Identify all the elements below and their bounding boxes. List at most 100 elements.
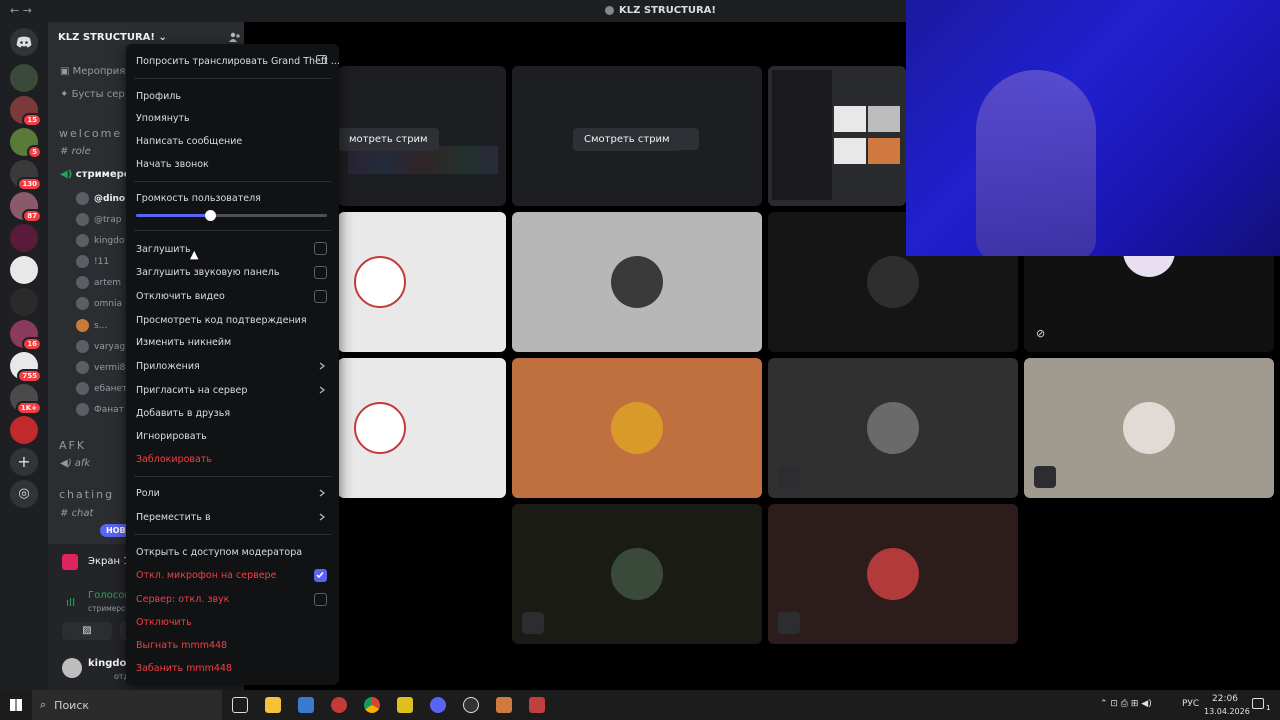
tray-icons[interactable]: ⌃ ⊡ ⎙ ⊞ ◀) [1100,699,1152,709]
discord-home-icon[interactable] [10,28,38,56]
stream-tile[interactable]: мотреть стрим [338,66,506,206]
voice-user[interactable]: vermi8 [76,361,125,374]
server-icon[interactable] [10,416,38,444]
file-explorer-icon[interactable] [265,697,281,713]
mute-checkbox[interactable] [314,242,327,255]
category-chat[interactable]: chating [59,488,114,501]
voice-user[interactable]: omnia [76,297,122,310]
participant-tile[interactable] [768,504,1018,644]
watch-stream-button[interactable]: мотреть стрим [338,128,439,151]
voice-user[interactable]: @dino [76,192,125,205]
channel-afk[interactable]: ◀) afk [60,458,90,469]
server-icon[interactable] [10,64,38,92]
stream-tile[interactable]: Смотреть стрим [512,66,762,206]
obs-icon[interactable] [463,697,479,713]
menu-add-friend[interactable]: Добавить в друзья [136,408,230,419]
add-server-icon[interactable]: + [10,448,38,476]
windows-start-icon[interactable] [10,699,22,711]
voice-user[interactable]: artem [76,276,121,289]
server-icon[interactable] [10,288,38,316]
server-icon[interactable] [10,224,38,252]
volume-slider[interactable] [136,210,327,221]
channel-chat[interactable]: # chat [60,508,93,519]
server-name[interactable]: KLZ STRUCTURA! ⌄ [58,32,167,43]
menu-mod-view[interactable]: Открыть с доступом модератора [136,547,302,558]
server-icon[interactable]: 1K+ [10,384,42,415]
server-icon[interactable]: 5 [10,128,42,159]
menu-server-mute[interactable]: Откл. микрофон на сервере [136,570,276,581]
disable-video-checkbox[interactable] [314,290,327,303]
menu-verify-code[interactable]: Просмотреть код подтверждения [136,315,307,326]
voice-user[interactable]: ебанет [76,382,127,395]
taskbar-search[interactable]: ⌕ Поиск [32,690,222,720]
participant-tile[interactable] [768,358,1018,498]
menu-ignore[interactable]: Игнорировать [136,431,207,442]
clock-time[interactable]: 22:06 [1212,694,1238,704]
app-icon[interactable] [331,697,347,713]
menu-mute[interactable]: Заглушить [136,244,191,255]
watch-stream-button[interactable]: Смотреть стрим [573,128,681,151]
app-icon[interactable] [496,697,512,713]
menu-message[interactable]: Написать сообщение [136,136,242,147]
participant-tile[interactable] [512,358,762,498]
server-icon[interactable]: 87 [10,192,42,223]
language-indicator[interactable]: РУС [1182,699,1199,709]
voice-user[interactable]: Фанат [76,403,124,416]
voice-user[interactable]: !11 [76,255,109,268]
menu-block[interactable]: Заблокировать [136,454,212,465]
server-icon[interactable]: 130 [10,160,42,191]
participant-tile[interactable] [512,212,762,352]
participant-tile[interactable] [338,358,506,498]
menu-apps[interactable]: Приложения [136,361,200,372]
category-afk[interactable]: AFK [59,439,86,452]
invite-icon[interactable] [228,31,240,43]
menu-roles[interactable]: Роли [136,488,160,499]
stream-popout-icon[interactable] [677,128,699,150]
menu-nickname[interactable]: Изменить никнейм [136,337,231,348]
store-icon[interactable] [298,697,314,713]
notifications-icon[interactable] [1252,698,1264,709]
channel-role[interactable]: # role [60,146,91,157]
participant-tile[interactable] [338,212,506,352]
clock-date[interactable]: 13.04.2026 [1204,707,1250,716]
app-icon[interactable] [529,697,545,713]
server-icon[interactable]: 755 [10,352,42,383]
menu-call[interactable]: Начать звонок [136,159,209,170]
voice-user[interactable]: varyag [76,340,125,353]
mute-soundboard-checkbox[interactable] [314,266,327,279]
menu-mute-soundboard[interactable]: Заглушить звуковую панель [136,267,279,278]
menu-move[interactable]: Переместить в [136,512,211,523]
voice-user[interactable]: @trap [76,213,121,226]
menu-kick[interactable]: Выгнать mmm448 [136,640,227,651]
camera-off-button[interactable]: ▨ [62,622,112,640]
participant-tile[interactable] [1024,358,1274,498]
menu-profile[interactable]: Профиль [136,91,181,102]
back-forward-icon[interactable]: ← → [10,4,32,17]
voice-user[interactable]: kingdo [76,234,124,247]
channel-streamers[interactable]: ◀) стримерск [60,169,136,180]
server-icon[interactable]: 15 [10,96,42,127]
server-icon[interactable]: 16 [10,320,42,351]
channel-boosts[interactable]: ✦ Бусты сер [60,89,125,100]
stream-tile-live[interactable] [768,66,906,206]
menu-request-stream[interactable]: Попросить транслировать Grand Theft ... [136,56,340,67]
server-icon[interactable] [10,256,38,284]
server-mute-checkbox[interactable] [314,569,327,582]
volume-slider-handle[interactable] [205,210,217,221]
server-deafen-checkbox[interactable] [314,593,327,606]
chrome-icon[interactable] [364,697,380,713]
menu-ban[interactable]: Забанить mmm448 [136,663,232,674]
category-welcome[interactable]: welcome [59,127,122,140]
menu-disconnect[interactable]: Отключить [136,617,192,628]
participant-tile[interactable] [512,504,762,644]
app-icon[interactable] [397,697,413,713]
channel-events[interactable]: ▣ Мероприя [60,66,125,77]
discord-taskbar-icon[interactable] [430,697,446,713]
menu-disable-video[interactable]: Отключить видео [136,291,225,302]
task-view-icon[interactable] [232,697,248,713]
menu-server-deafen[interactable]: Сервер: откл. звук [136,594,229,605]
voice-user[interactable]: s... [76,319,107,332]
menu-invite[interactable]: Пригласить на сервер [136,385,247,396]
explore-icon[interactable]: ◎ [10,480,38,508]
menu-mention[interactable]: Упомянуть [136,113,190,124]
